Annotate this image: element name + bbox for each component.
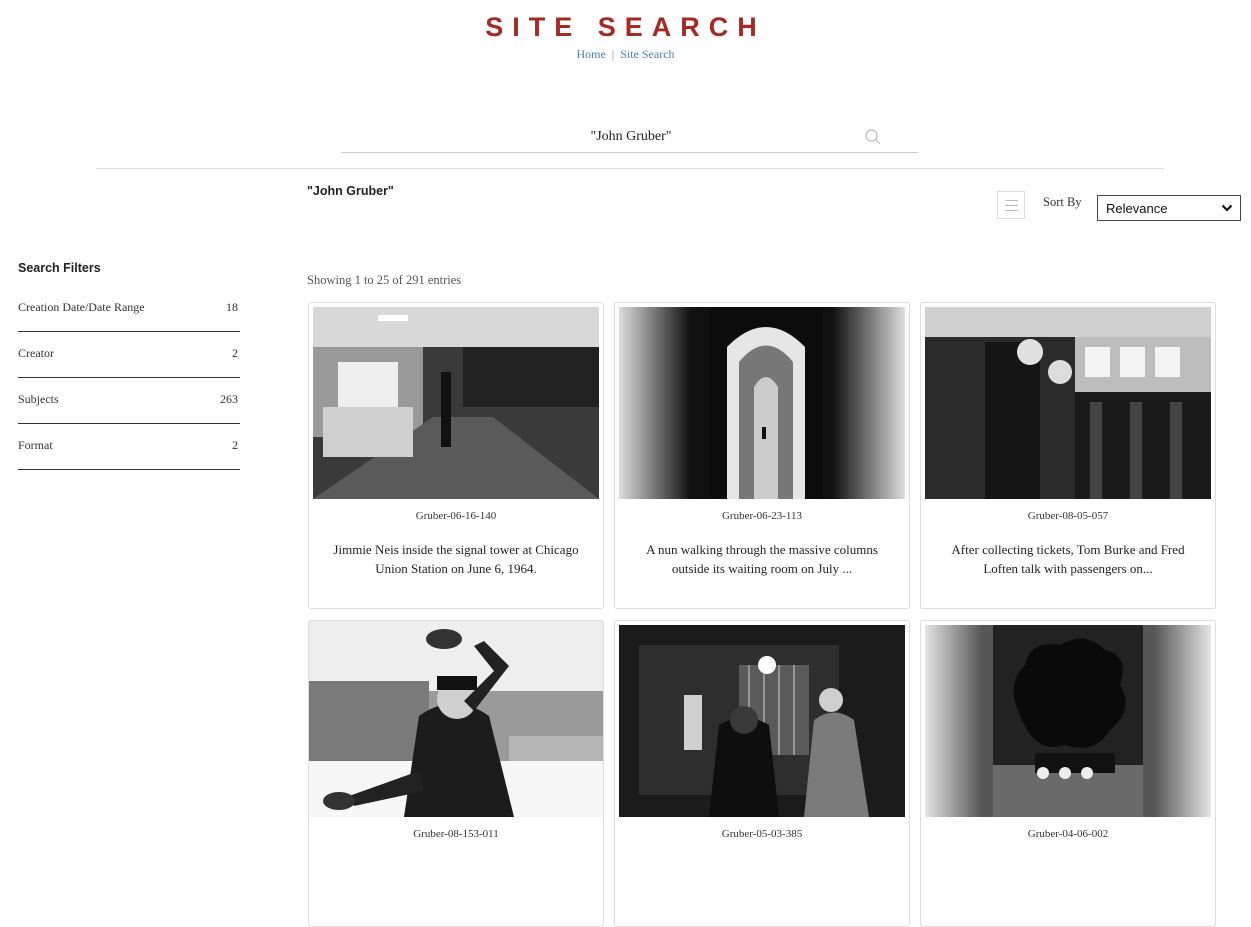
signal-tower-photo	[313, 307, 599, 499]
result-id: Gruber-05-03-385	[721, 828, 803, 840]
search-bar	[341, 122, 918, 153]
filter-creator[interactable]: Creator 2	[18, 332, 240, 378]
filter-creation-date[interactable]: Creation Date/Date Range 18	[18, 286, 240, 332]
result-id: Gruber-04-06-002	[1027, 828, 1109, 840]
menu-icon	[1005, 200, 1018, 201]
filter-subjects[interactable]: Subjects 263	[18, 378, 240, 424]
chevron-down-icon	[1221, 204, 1233, 212]
signalman-photo	[309, 621, 603, 817]
result-thumbnail[interactable]	[313, 307, 599, 499]
filter-label: Subjects	[18, 392, 59, 406]
search-input[interactable]	[341, 122, 893, 152]
search-icon[interactable]	[864, 128, 882, 146]
result-description[interactable]: After collecting tickets, Tom Burke and …	[933, 540, 1203, 578]
train-passengers-photo	[925, 307, 1211, 499]
sort-select[interactable]: Relevance	[1097, 195, 1241, 221]
results-count: Showing 1 to 25 of 291 entries	[307, 273, 462, 287]
sort-by-label: Sort By	[1043, 195, 1082, 209]
menu-icon-line	[1005, 205, 1018, 206]
query-heading: "John Gruber"	[307, 184, 394, 198]
steam-locomotive-photo	[925, 625, 1211, 817]
result-id: Gruber-06-23-113	[721, 510, 802, 522]
result-id: Gruber-08-153-011	[413, 828, 499, 840]
result-thumbnail[interactable]	[619, 625, 905, 817]
result-card[interactable]: Gruber-05-03-385	[614, 620, 910, 927]
sort-select-value: Relevance	[1106, 201, 1168, 216]
filter-count: 2	[232, 346, 238, 360]
result-card[interactable]: Gruber-08-153-011	[308, 620, 604, 927]
filter-count: 18	[226, 300, 238, 314]
result-card[interactable]: Gruber-06-16-140 Jimmie Neis inside the …	[308, 302, 604, 609]
result-thumbnail[interactable]	[619, 307, 905, 499]
breadcrumb-home-link[interactable]: Home	[576, 47, 605, 61]
filter-label: Format	[18, 438, 53, 452]
filter-count: 263	[220, 392, 238, 406]
breadcrumb-site-search-link[interactable]: Site Search	[620, 47, 674, 61]
menu-icon-line	[1005, 210, 1018, 211]
result-thumbnail[interactable]	[925, 307, 1211, 499]
filters-title: Search Filters	[18, 261, 101, 275]
result-id: Gruber-06-16-140	[415, 510, 497, 522]
divider	[96, 168, 1164, 169]
nun-columns-photo	[619, 307, 905, 499]
result-card[interactable]: Gruber-06-23-113 A nun walking through t…	[614, 302, 910, 609]
result-thumbnail[interactable]	[309, 621, 603, 817]
ticket-window-photo	[619, 625, 905, 817]
filter-label: Creation Date/Date Range	[18, 300, 145, 314]
filter-count: 2	[232, 438, 238, 452]
filter-label: Creator	[18, 346, 54, 360]
search-filters: Search Filters Creation Date/Date Range …	[18, 260, 240, 470]
filter-format[interactable]: Format 2	[18, 424, 240, 470]
result-id: Gruber-08-05-057	[1027, 510, 1109, 522]
result-description[interactable]: A nun walking through the massive column…	[627, 540, 897, 578]
result-card[interactable]: Gruber-08-05-057 After collecting ticket…	[920, 302, 1216, 609]
result-card[interactable]: Gruber-04-06-002	[920, 620, 1216, 927]
page-title: SITE SEARCH	[485, 12, 766, 42]
result-thumbnail[interactable]	[925, 625, 1211, 817]
list-view-toggle-button[interactable]	[997, 191, 1025, 219]
breadcrumb: Home | Site Search	[0, 46, 1251, 62]
result-description[interactable]: Jimmie Neis inside the signal tower at C…	[321, 540, 591, 578]
breadcrumb-separator: |	[611, 47, 615, 61]
